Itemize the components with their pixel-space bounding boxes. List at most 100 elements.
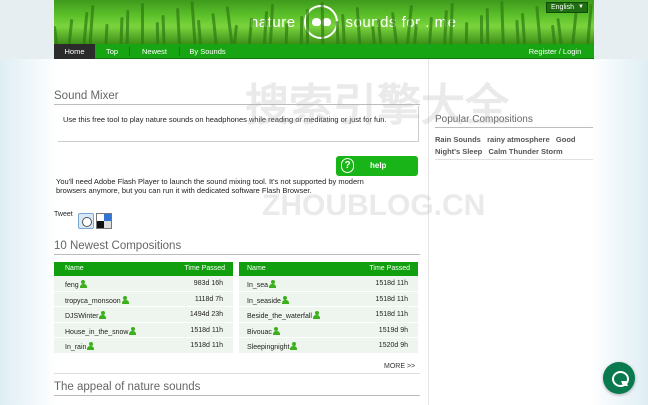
tweet-link[interactable]: Tweet	[54, 211, 73, 218]
grass-decoration	[284, 22, 289, 44]
main-column: Sound Mixer Use this free tool to play n…	[54, 59, 426, 405]
user-icon	[79, 280, 87, 288]
grass-decoration	[233, 24, 238, 44]
grass-decoration	[161, 14, 166, 44]
grass-decoration	[593, 22, 594, 44]
table-row[interactable]: feng 983d 16h	[54, 276, 233, 292]
grass-decoration	[515, 19, 520, 44]
share-reddit-icon[interactable]	[78, 213, 94, 229]
table-header: Name Time Passed	[54, 262, 233, 276]
divider	[435, 159, 593, 160]
grass-decoration	[571, 10, 578, 44]
grass-decoration	[211, 12, 218, 44]
composition-link[interactable]: DJSWinter	[65, 313, 98, 320]
brand-name-right: sounds for . me	[345, 13, 457, 31]
user-icon	[99, 311, 107, 319]
share-delicious-icon[interactable]	[96, 213, 112, 229]
table-header: Name Time Passed	[239, 262, 418, 276]
table-row[interactable]: Bivouac 1519d 9h	[239, 323, 418, 338]
composition-link[interactable]: In_rain	[65, 344, 86, 351]
time-passed: 1518d 11h	[375, 295, 408, 303]
composition-link[interactable]: House_in_the_snow	[65, 329, 128, 336]
tag-link[interactable]: Night's Sleep	[435, 147, 482, 156]
grass-decoration	[556, 17, 563, 44]
more-link[interactable]: MORE >>	[384, 363, 415, 370]
composition-link[interactable]: tropyca_monsoon	[65, 298, 121, 305]
sidebar: Popular Compositions Rain Sounds rainy a…	[428, 59, 594, 405]
user-icon	[87, 342, 95, 350]
grass-decoration	[306, 9, 309, 44]
grass-decoration	[155, 21, 160, 44]
content-area: Sound Mixer Use this free tool to play n…	[0, 59, 648, 405]
time-passed: 983d 16h	[193, 280, 223, 287]
grass-decoration	[104, 23, 109, 44]
register-login-link[interactable]: Register / Login	[524, 44, 586, 59]
composition-link[interactable]: In_sea	[247, 282, 268, 289]
tag-link[interactable]: Good	[556, 135, 576, 144]
intro-box: Use this free tool to play nature sounds…	[58, 106, 419, 142]
tag-cloud: Rain Sounds rainy atmosphere Good Night'…	[435, 134, 595, 158]
user-icon	[281, 295, 289, 304]
time-passed: 1520d 9h	[378, 342, 408, 349]
table-row[interactable]: In_seaside 1518d 11h	[239, 292, 418, 307]
mixer-intro-text: Use this free tool to play nature sounds…	[63, 115, 387, 124]
divider	[54, 373, 420, 374]
time-passed: 1518d 11h	[375, 311, 408, 318]
dropdown-arrow-icon: ▼	[578, 4, 584, 10]
time-passed: 1519d 9h	[378, 326, 408, 334]
nav-home[interactable]: Home	[54, 44, 95, 59]
site-header: nature sounds for . me English ▼	[0, 0, 648, 44]
language-value: English	[551, 4, 574, 11]
tag-link[interactable]: rainy atmosphere	[487, 135, 550, 144]
user-icon	[313, 311, 320, 319]
user-icon	[290, 342, 298, 350]
table-row[interactable]: Beside_the_waterfall 1518d 11h	[239, 307, 418, 323]
grass-decoration	[535, 5, 542, 44]
table-row[interactable]: Sleepingnight 1520d 9h	[239, 338, 418, 354]
grass-decoration	[176, 7, 181, 44]
header-banner: nature sounds for . me	[54, 0, 594, 44]
help-button-label: help	[370, 161, 387, 170]
grass-decoration	[485, 7, 490, 44]
col-name-header: Name	[247, 265, 266, 272]
user-icon	[121, 295, 129, 304]
composition-link[interactable]: Bivouac	[247, 329, 272, 336]
sound-mixer-heading: Sound Mixer	[54, 90, 420, 105]
chat-bubble-button[interactable]	[603, 362, 635, 394]
composition-link[interactable]: feng	[65, 282, 79, 289]
composition-link[interactable]: Sleepingnight	[247, 344, 289, 351]
main-navigation: Home Top Newest By Sounds Register / Log…	[0, 44, 648, 59]
grass-decoration	[500, 0, 505, 44]
popular-compositions-heading: Popular Compositions	[435, 114, 593, 128]
table-row[interactable]: In_rain 1518d 11h	[54, 338, 233, 354]
composition-link[interactable]: In_seaside	[247, 298, 281, 305]
question-mark-icon: ?	[341, 158, 354, 173]
table-row[interactable]: House_in_the_snow 1518d 11h	[54, 323, 233, 338]
grass-decoration	[299, 15, 304, 44]
grass-decoration	[464, 21, 469, 44]
newest-table-left: Name Time Passed feng 983d 16h tropyca_mo…	[54, 262, 233, 354]
nav-top[interactable]: Top	[95, 44, 129, 59]
tag-link[interactable]: Calm Thunder Storm	[488, 147, 562, 156]
help-button[interactable]: ? help	[336, 156, 418, 176]
time-passed: 1494d 23h	[189, 311, 223, 318]
grass-decoration	[520, 12, 527, 44]
grass-decoration	[551, 24, 556, 44]
tag-link[interactable]: Rain Sounds	[435, 135, 481, 144]
page: nature sounds for . me English ▼ Home To…	[0, 0, 648, 405]
nav-newest[interactable]: Newest	[130, 44, 179, 59]
language-select[interactable]: English ▼	[546, 2, 588, 13]
grass-decoration	[54, 25, 59, 44]
user-icon	[129, 326, 137, 335]
time-passed: 1518d 11h	[190, 326, 223, 334]
composition-link[interactable]: Beside_the_waterfall	[247, 313, 312, 320]
col-time-header: Time Passed	[369, 265, 410, 272]
table-row[interactable]: In_sea 1518d 11h	[239, 276, 418, 292]
grass-decoration	[82, 11, 89, 44]
nav-by-sounds[interactable]: By Sounds	[180, 44, 235, 59]
table-row[interactable]: tropyca_monsoon 1118d 7h	[54, 292, 233, 307]
grass-decoration	[141, 3, 144, 44]
col-time-header: Time Passed	[184, 265, 225, 272]
table-row[interactable]: DJSWinter 1494d 23h	[54, 307, 233, 323]
flash-note-text: You'll need Adobe Flash Player to launch…	[56, 177, 364, 195]
